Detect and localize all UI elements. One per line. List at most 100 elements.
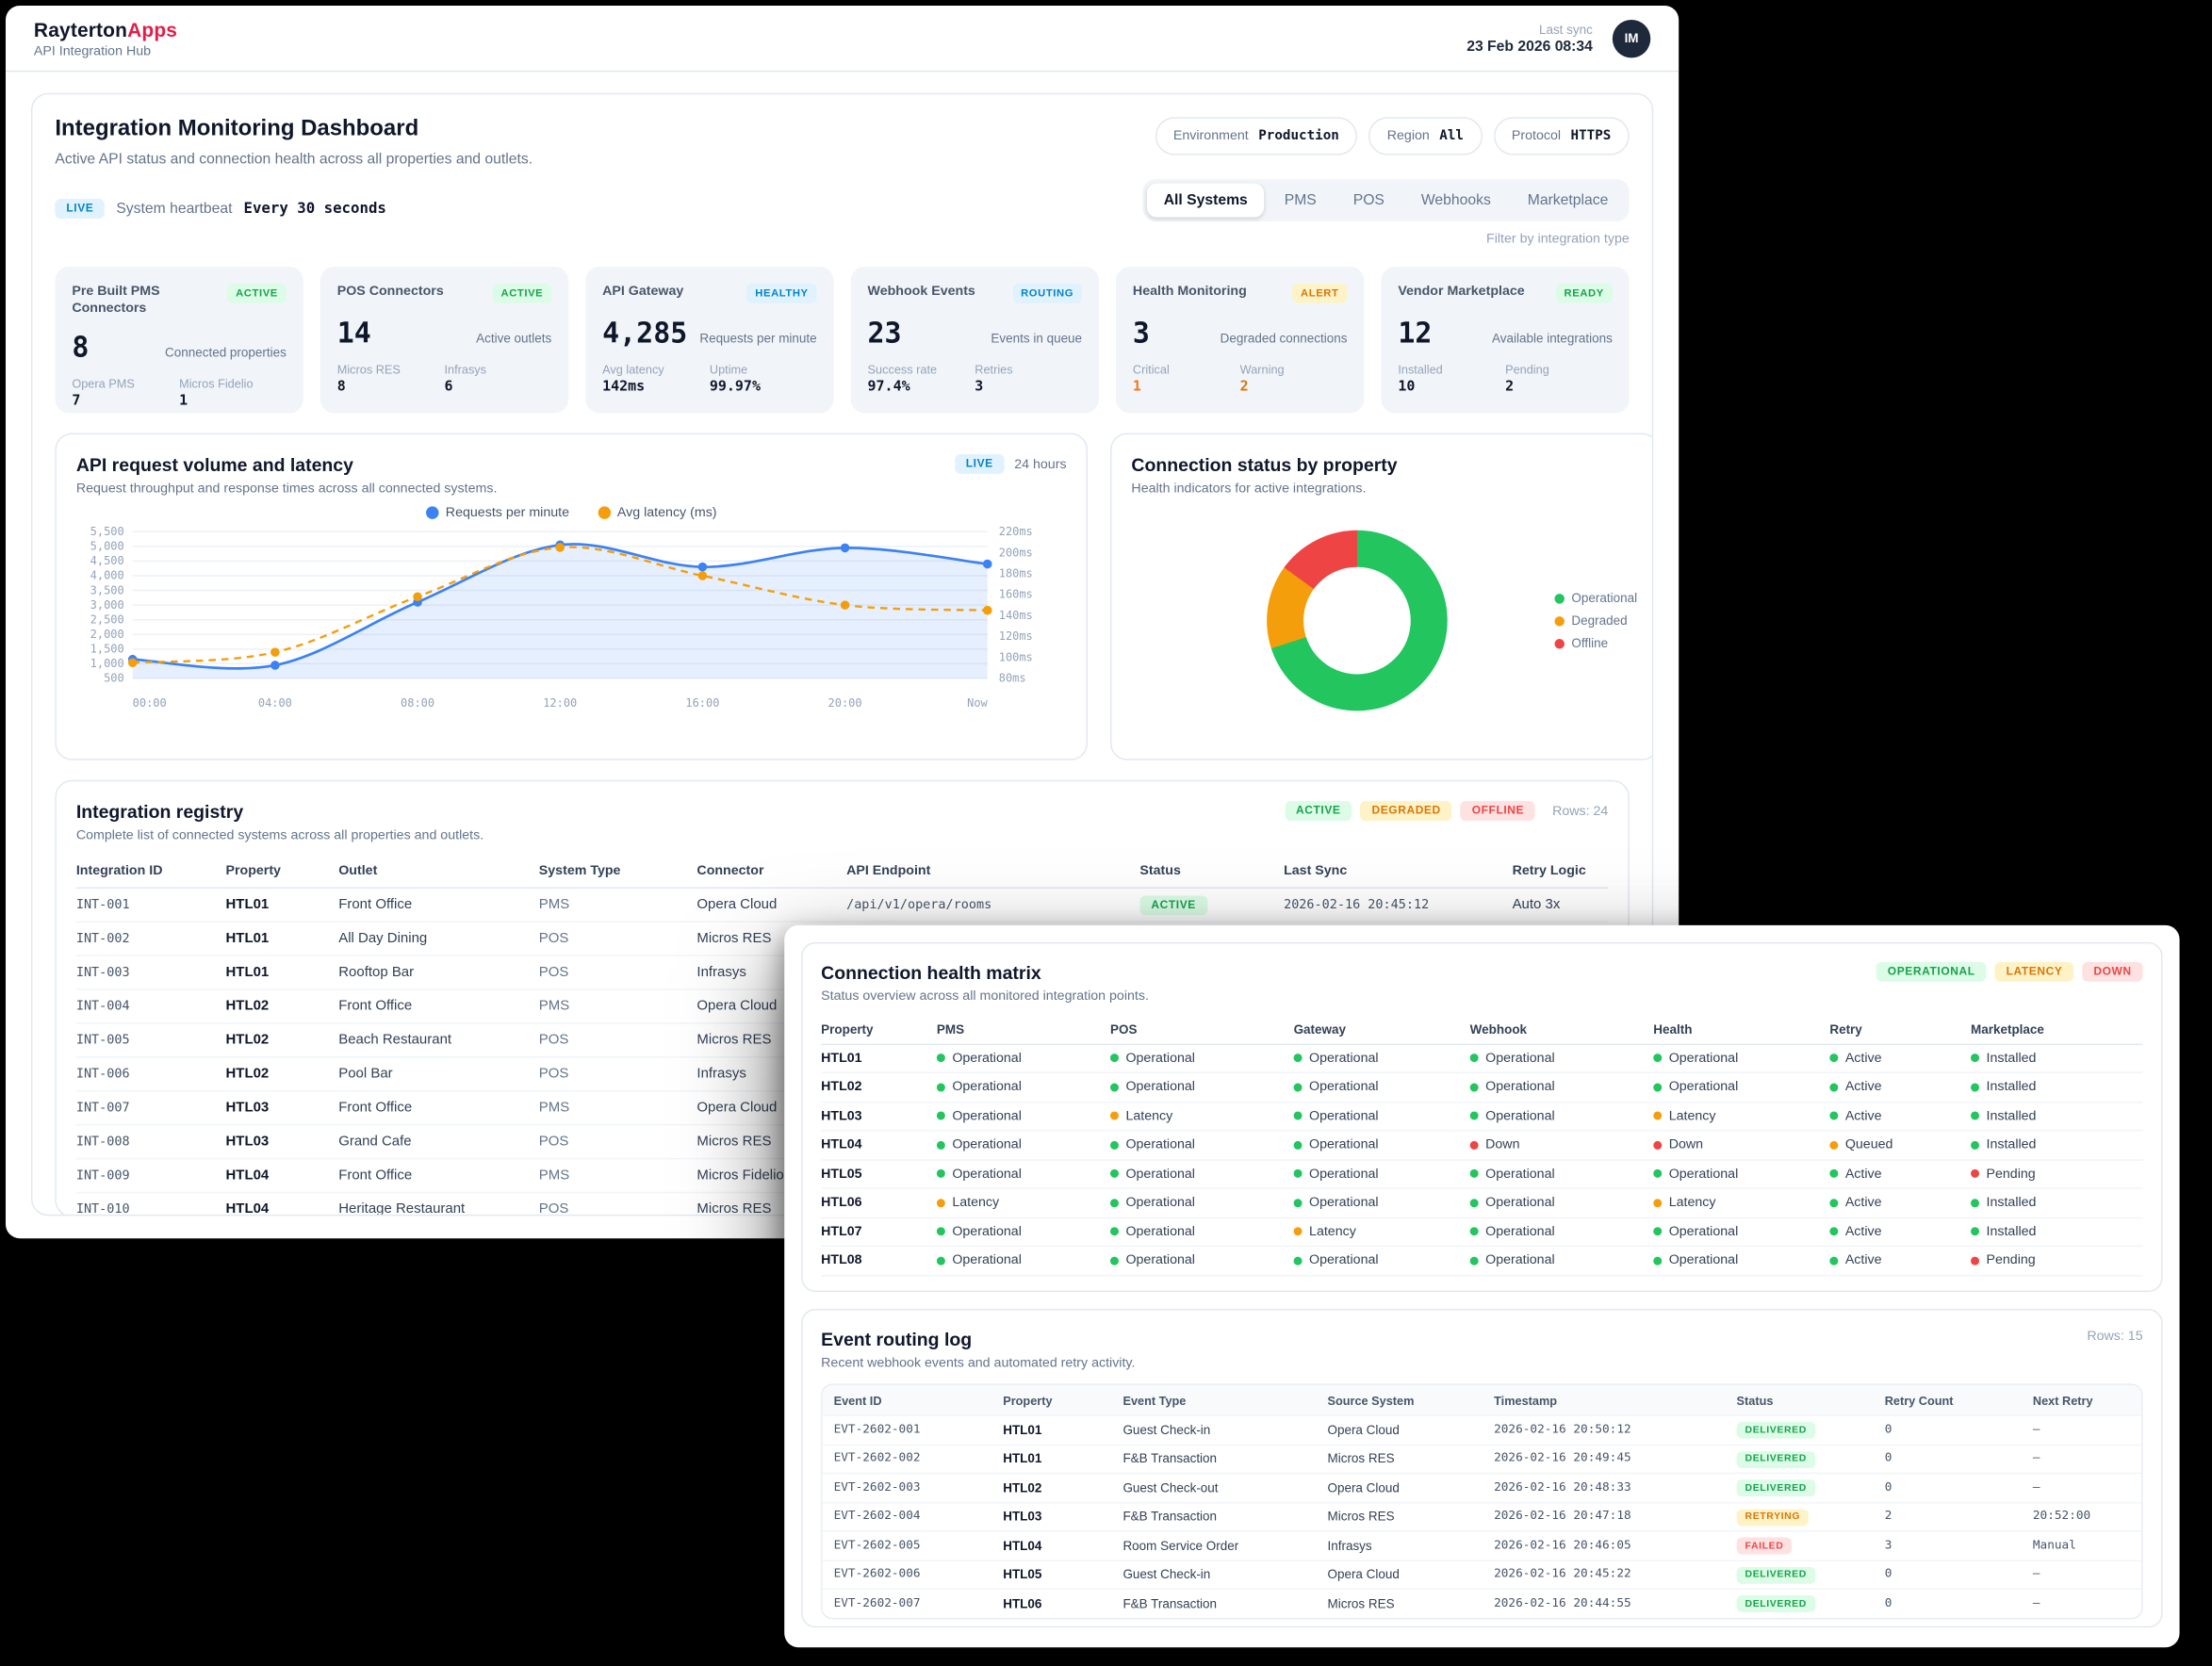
status-label: Operational <box>1485 1079 1555 1094</box>
matrix-cell-operational: Operational <box>937 1108 1110 1123</box>
matrix-cell-operational: Operational <box>1470 1253 1654 1268</box>
tab-webhooks[interactable]: Webhooks <box>1404 184 1508 218</box>
status-label: Operational <box>1669 1224 1739 1239</box>
status-dot <box>1829 1083 1838 1091</box>
column-header-connector: Connector <box>696 863 846 878</box>
cell: HTL01 <box>225 897 338 912</box>
stat-value-label: Requests per minute <box>699 331 816 345</box>
status-label: Operational <box>1309 1108 1379 1123</box>
legend-label: Offline <box>1571 636 1608 650</box>
cell: – <box>2022 1452 2136 1466</box>
status-label: Operational <box>952 1166 1022 1181</box>
cell: Micros RES <box>1317 1452 1483 1466</box>
desktop-background: RaytertonApps API Integration Hub Last s… <box>0 0 2212 1666</box>
line-chart-title: API request volume and latency <box>76 454 498 475</box>
matrix-cell-queued: Queued <box>1829 1137 1971 1152</box>
tab-pms[interactable]: PMS <box>1268 184 1334 218</box>
stat-subs: Critical1Warning2 <box>1133 362 1348 394</box>
column-header-marketplace: Marketplace <box>1971 1022 2138 1037</box>
matrix-cell-active: Active <box>1829 1079 1971 1094</box>
line-chart-subtitle: Request throughput and response times ac… <box>76 481 498 496</box>
status-label: Installed <box>1986 1108 2036 1123</box>
matrix-cell-operational: Operational <box>1653 1051 1829 1066</box>
filter-pills: EnvironmentProduction RegionAll ProtocolHT… <box>1155 117 1629 155</box>
status-label: Pending <box>1986 1166 2035 1181</box>
tab-all-systems[interactable]: All Systems <box>1147 184 1265 218</box>
cell: F&B Transaction <box>1111 1452 1316 1466</box>
event-routing-log: Event routing log Recent webhook events … <box>801 1309 2162 1627</box>
stat-value-label: Available integrations <box>1492 331 1613 345</box>
cell: DELIVERED <box>1726 1594 1874 1612</box>
charts-row: API request volume and latency Request t… <box>55 433 1629 760</box>
status-dot <box>1294 1228 1303 1236</box>
column-header-health: Health <box>1653 1022 1829 1037</box>
matrix-cell-installed: Installed <box>1971 1224 2138 1239</box>
column-header-api-endpoint: API Endpoint <box>846 863 1139 878</box>
filter-pill-protocol[interactable]: ProtocolHTTPS <box>1493 117 1629 155</box>
user-avatar[interactable]: IM <box>1613 19 1650 57</box>
events-table: Event IDPropertyEvent TypeSource SystemT… <box>821 1383 2143 1618</box>
cell: F&B Transaction <box>1111 1596 1316 1610</box>
matrix-titles: Connection health matrix Status overview… <box>821 962 1149 1004</box>
status-label: Operational <box>1309 1051 1379 1066</box>
stat-value: 4,285 <box>602 316 687 350</box>
matrix-cell-pending: Pending <box>1971 1166 2138 1181</box>
column-header-source-system: Source System <box>1317 1393 1483 1407</box>
status-label: Operational <box>1125 1079 1195 1094</box>
status-dot <box>1829 1141 1838 1150</box>
stat-sub-avg-latency: Avg latency142ms <box>602 362 710 394</box>
matrix-title: Connection health matrix <box>821 962 1149 983</box>
status-dot <box>1971 1199 1979 1207</box>
donut-chart-title: Connection status by property <box>1131 454 1397 475</box>
matrix-row-htl07: HTL07OperationalOperationalLatencyOperat… <box>821 1217 2143 1247</box>
svg-text:4,500: 4,500 <box>90 554 124 567</box>
legend-badge-latency: LATENCY <box>1995 962 2074 982</box>
status-label: Operational <box>1669 1166 1739 1181</box>
cell: PMS <box>539 1101 697 1116</box>
cell: 0 <box>1874 1567 2022 1581</box>
filter-pill-region[interactable]: RegionAll <box>1368 117 1482 155</box>
cell: 2026-02-16 20:50:12 <box>1483 1423 1725 1437</box>
cell: 20:52:00 <box>2022 1510 2136 1524</box>
stat-sub-value: 2 <box>1505 379 1613 394</box>
cell: EVT-2602-003 <box>823 1480 992 1494</box>
status-dot <box>1110 1112 1119 1120</box>
tabs-hint: Filter by integration type <box>1486 231 1630 246</box>
status-label: Pending <box>1986 1253 2035 1268</box>
cell: 0 <box>1874 1452 2022 1466</box>
cell: Infrasys <box>1317 1539 1483 1553</box>
app-subtitle: API Integration Hub <box>34 43 177 58</box>
matrix-row-htl04: HTL04OperationalOperationalOperationalDo… <box>821 1131 2143 1160</box>
matrix-cell-operational: Operational <box>937 1166 1110 1181</box>
status-label: Latency <box>1669 1195 1716 1210</box>
stat-title: API Gateway <box>602 284 683 301</box>
matrix-cell-latency: Latency <box>1110 1108 1294 1123</box>
stat-sub-value: 1 <box>179 393 287 408</box>
svg-text:4,000: 4,000 <box>90 569 124 582</box>
stat-sub-label: Success rate <box>868 362 975 376</box>
cell: HTL01 <box>225 965 338 980</box>
status-dot <box>1971 1083 1979 1091</box>
filter-pill-environment[interactable]: EnvironmentProduction <box>1155 117 1357 155</box>
status-dot <box>1294 1141 1303 1150</box>
stat-sub-value: 10 <box>1398 379 1505 394</box>
status-label: Operational <box>952 1137 1022 1152</box>
stat-card-vendor-marketplace: Vendor MarketplaceREADY12Available integ… <box>1381 267 1629 414</box>
connection-health-matrix: Connection health matrix Status overview… <box>801 942 2162 1292</box>
status-dot <box>1653 1256 1662 1265</box>
matrix-subtitle: Status overview across all monitored int… <box>821 988 1149 1004</box>
column-header-gateway: Gateway <box>1294 1022 1470 1037</box>
stat-sub-label: Infrasys <box>444 362 551 376</box>
tab-pos[interactable]: POS <box>1336 184 1401 218</box>
status-label: Operational <box>1309 1079 1379 1094</box>
status-dot <box>937 1199 945 1207</box>
stat-sub-opera-pms: Opera PMS7 <box>72 376 179 408</box>
status-dot <box>1110 1054 1119 1062</box>
svg-text:100ms: 100ms <box>999 650 1033 663</box>
cell: Micros RES <box>1317 1510 1483 1524</box>
matrix-cell-operational: Operational <box>1110 1224 1294 1239</box>
tab-marketplace[interactable]: Marketplace <box>1511 184 1626 218</box>
svg-text:12:00: 12:00 <box>543 696 577 710</box>
chart-range-label: 24 hours <box>1014 456 1066 471</box>
donut-legend: OperationalDegradedOffline <box>1554 591 1637 650</box>
